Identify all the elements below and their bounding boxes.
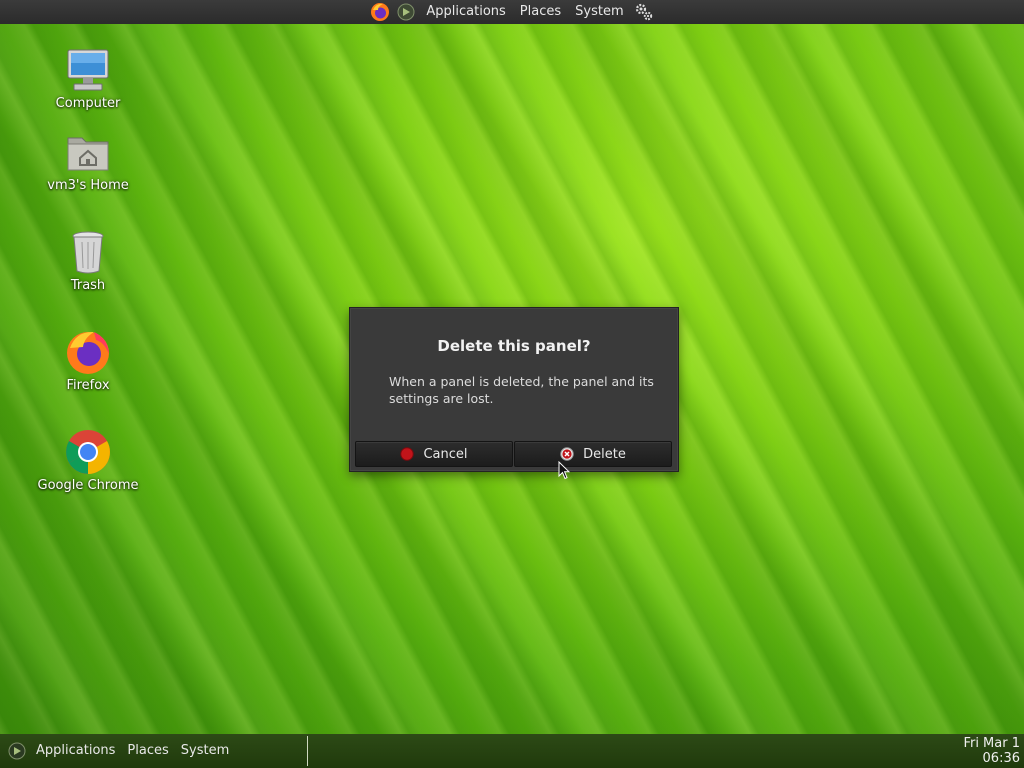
gnome-foot-icon[interactable] [7, 741, 27, 761]
top-menu-system[interactable]: System [568, 0, 630, 24]
mouse-cursor-icon [558, 461, 570, 480]
firefox-icon[interactable] [370, 2, 390, 22]
top-menu-places[interactable]: Places [513, 0, 568, 24]
firefox-icon [67, 331, 109, 374]
desktop-icon-trash[interactable]: Trash [33, 228, 143, 293]
computer-icon [67, 49, 109, 91]
chrome-icon [66, 430, 110, 474]
home-folder-icon [67, 137, 109, 171]
bottom-menu-applications[interactable]: Applications [30, 734, 121, 768]
cancel-icon [400, 447, 415, 461]
top-panel: Applications Places System [0, 0, 1024, 24]
cancel-button[interactable]: Cancel [355, 441, 513, 467]
delete-button[interactable]: Delete [514, 441, 672, 467]
panel-separator [307, 736, 308, 766]
dialog-message: When a panel is deleted, the panel and i… [389, 374, 654, 406]
bottom-panel: Applications Places System Fri Mar 1 06:… [0, 734, 1024, 768]
desktop-icon-label: Trash [70, 278, 106, 293]
desktop-wallpaper: Applications Places System Computer vm3'… [0, 0, 1024, 768]
bottom-panel-menu: Applications Places System [4, 734, 235, 768]
delete-icon [560, 447, 574, 461]
cancel-label: Cancel [423, 446, 468, 462]
top-menu-applications[interactable]: Applications [419, 0, 512, 24]
bottom-menu-system[interactable]: System [175, 734, 235, 768]
gnome-foot-icon[interactable] [396, 2, 416, 22]
settings-gear-icon[interactable] [634, 2, 654, 22]
top-panel-launchers: Applications Places System [367, 0, 656, 24]
desktop-icon-chrome[interactable]: Google Chrome [33, 428, 143, 493]
clock[interactable]: Fri Mar 1 06:36 [963, 736, 1020, 766]
dialog-title: Delete this panel? [437, 337, 591, 355]
clock-time: 06:36 [982, 751, 1020, 766]
desktop-icon-firefox[interactable]: Firefox [33, 328, 143, 393]
delete-panel-dialog: Delete this panel? When a panel is delet… [349, 307, 679, 472]
desktop-icon-home[interactable]: vm3's Home [33, 128, 143, 193]
clock-date: Fri Mar 1 [963, 736, 1020, 751]
desktop-icon-computer[interactable]: Computer [33, 46, 143, 111]
delete-label: Delete [583, 446, 626, 462]
bottom-menu-places[interactable]: Places [121, 734, 174, 768]
desktop-icon-label: Firefox [66, 378, 110, 393]
desktop-icon-label: Google Chrome [37, 478, 139, 493]
trash-icon [72, 231, 104, 274]
desktop-icon-label: vm3's Home [47, 178, 129, 193]
desktop-icon-label: Computer [55, 96, 121, 111]
